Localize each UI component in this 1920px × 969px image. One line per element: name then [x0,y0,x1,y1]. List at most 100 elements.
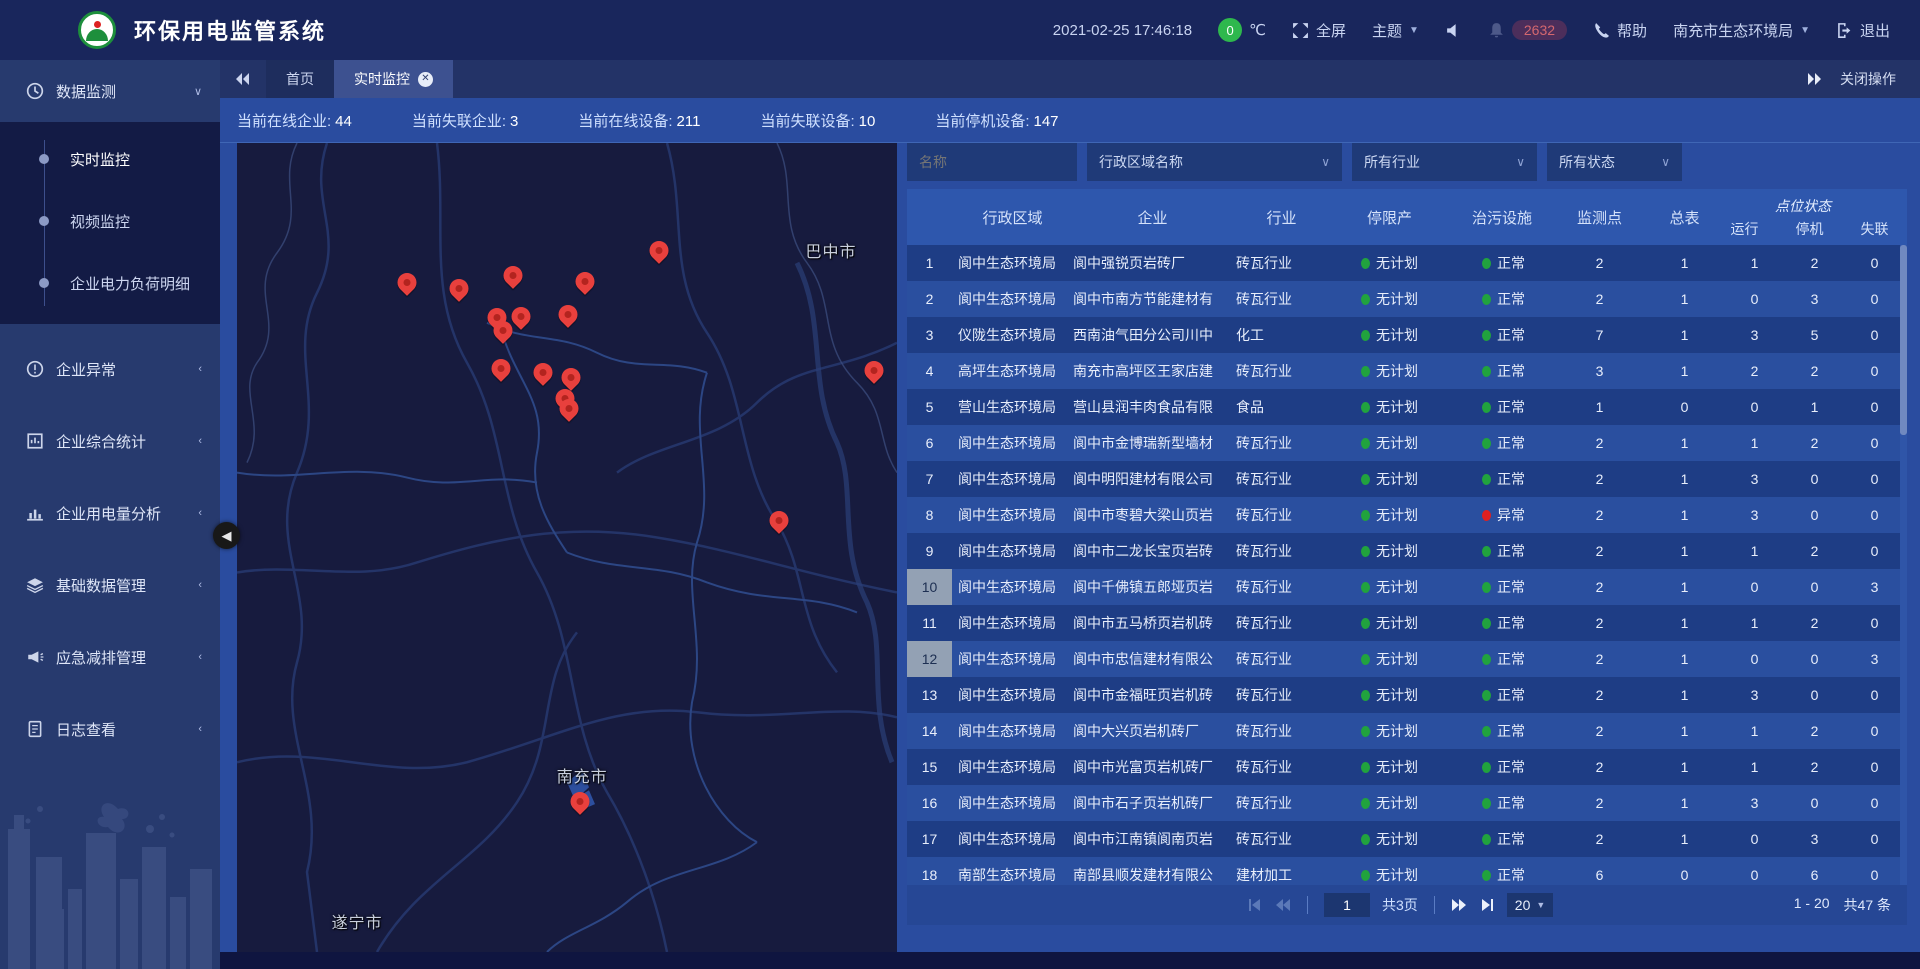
table-row[interactable]: 11阆中生态环境局阆中市五马桥页岩机砖砖瓦行业无计划正常21120 [907,605,1907,641]
table-row[interactable]: 13阆中生态环境局阆中市金福旺页岩机砖砖瓦行业无计划正常21300 [907,677,1907,713]
last-page-icon[interactable] [1479,898,1495,912]
table-row[interactable]: 2阆中生态环境局阆中市南方节能建材有砖瓦行业无计划正常21030 [907,281,1907,317]
divider [1307,896,1308,914]
region-filter-select[interactable]: 行政区域名称 ∨ [1087,143,1342,181]
district-cell: 阆中生态环境局 [952,749,1067,785]
production-status-cell: 无计划 [1327,353,1452,389]
company-cell: 阆中千佛镇五郎垭页岩 [1067,569,1232,605]
status-filter-select[interactable]: 所有状态 ∨ [1547,143,1682,181]
table-row[interactable]: 9阆中生态环境局阆中市二龙长宝页岩砖砖瓦行业无计划正常21120 [907,533,1907,569]
status-dot-green [1482,438,1491,449]
table-row[interactable]: 18南部生态环境局南部县顺发建材有限公建材加工无计划正常60060 [907,857,1907,885]
tab-home[interactable]: 首页 [266,60,334,98]
sidebar-item-base-data[interactable]: 基础数据管理 ‹ [0,554,220,616]
production-status-cell: 无计划 [1327,749,1452,785]
stopped-count-cell: 0 [1787,641,1842,677]
logout-button[interactable]: 退出 [1836,20,1890,41]
row-number: 8 [907,497,952,533]
table-row[interactable]: 8阆中生态环境局阆中市枣碧大梁山页岩砖瓦行业无计划异常21300 [907,497,1907,533]
col-header-stopped: 停机 [1777,219,1842,239]
next-page-icon[interactable] [1451,898,1467,912]
table-row[interactable]: 17阆中生态环境局阆中市江南镇阆南页岩砖瓦行业无计划正常21030 [907,821,1907,857]
page-number-input[interactable] [1324,893,1370,917]
stat-stopped-devices: 当前停机设备:147 [935,110,1058,131]
status-dot-red [1482,510,1491,521]
close-operations-button[interactable]: 关闭操作 [1840,69,1896,89]
industry-cell: 砖瓦行业 [1232,605,1327,641]
org-menu[interactable]: 南充市生态环境局 ▼ [1673,20,1810,41]
table-row[interactable]: 14阆中生态环境局阆中大兴页岩机砖厂砖瓦行业无计划正常21120 [907,713,1907,749]
facility-status-cell: 正常 [1452,821,1552,857]
mute-button[interactable] [1445,22,1462,39]
sidebar-item-realtime-monitor[interactable]: 实时监控 [0,128,220,190]
help-button[interactable]: 帮助 [1593,20,1647,41]
table-row[interactable]: 6阆中生态环境局阆中市金博瑞新型墙材砖瓦行业无计划正常21120 [907,425,1907,461]
stopped-count-cell: 2 [1787,245,1842,281]
double-right-arrow-icon[interactable] [1806,72,1822,86]
sidebar-item-power-load-detail[interactable]: 企业电力负荷明细 [0,252,220,314]
scrollbar-thumb[interactable] [1900,245,1907,435]
status-dot-green [1361,546,1370,557]
panel-collapse-button[interactable]: ◀ [213,522,240,549]
theme-menu[interactable]: 主题 ▼ [1372,20,1419,41]
meter-count-cell: 1 [1647,569,1722,605]
status-dot-green [1361,294,1370,305]
status-dot-green [1482,402,1491,413]
page-size-select[interactable]: 20 ▼ [1507,893,1554,917]
map-canvas[interactable]: 巴中市 南充市 遂宁市 [237,143,897,952]
tab-realtime-monitor[interactable]: 实时监控 ✕ [334,60,453,98]
sidebar-item-label: 企业异常 [56,359,116,380]
status-dot-green [1482,618,1491,629]
table-row[interactable]: 5营山生态环境局营山县润丰肉食品有限食品无计划正常10010 [907,389,1907,425]
monitor-count-cell: 2 [1552,641,1647,677]
industry-cell: 砖瓦行业 [1232,245,1327,281]
status-dot-green [1482,366,1491,377]
district-cell: 阆中生态环境局 [952,533,1067,569]
sidebar-item-enterprise-stats[interactable]: 企业综合统计 ‹ [0,410,220,472]
table-row[interactable]: 4高坪生态环境局南充市高坪区王家店建砖瓦行业无计划正常31220 [907,353,1907,389]
table-scrollbar[interactable] [1900,245,1907,885]
industry-filter-select[interactable]: 所有行业 ∨ [1352,143,1537,181]
status-dot-green [1361,402,1370,413]
company-cell: 阆中市二龙长宝页岩砖 [1067,533,1232,569]
status-dot-green [1482,294,1491,305]
name-filter-input[interactable] [907,143,1077,181]
tab-scroll-left-button[interactable] [220,60,266,98]
table-row[interactable]: 10阆中生态环境局阆中千佛镇五郎垭页岩砖瓦行业无计划正常21003 [907,569,1907,605]
table-row[interactable]: 3仪陇生态环境局西南油气田分公司川中化工无计划正常71350 [907,317,1907,353]
monitor-count-cell: 2 [1552,749,1647,785]
table-row[interactable]: 16阆中生态环境局阆中市石子页岩机砖厂砖瓦行业无计划正常21300 [907,785,1907,821]
fullscreen-button[interactable]: 全屏 [1292,20,1346,41]
district-cell: 营山生态环境局 [952,389,1067,425]
table-row[interactable]: 15阆中生态环境局阆中市光富页岩机砖厂砖瓦行业无计划正常21120 [907,749,1907,785]
monitor-count-cell: 2 [1552,497,1647,533]
double-left-arrow-icon [235,72,251,86]
monitor-count-cell: 2 [1552,281,1647,317]
table-row[interactable]: 12阆中生态环境局阆中市忠信建材有限公砖瓦行业无计划正常21003 [907,641,1907,677]
close-icon[interactable]: ✕ [418,72,433,87]
district-cell: 阆中生态环境局 [952,821,1067,857]
row-number: 17 [907,821,952,857]
temperature-display: 0 ℃ [1218,18,1266,42]
sidebar-item-enterprise-abnormal[interactable]: 企业异常 ‹ [0,338,220,400]
district-cell: 阆中生态环境局 [952,641,1067,677]
industry-cell: 砖瓦行业 [1232,641,1327,677]
first-page-icon[interactable] [1247,898,1263,912]
status-dot-green [1482,798,1491,809]
table-row[interactable]: 7阆中生态环境局阆中明阳建材有限公司砖瓦行业无计划正常21300 [907,461,1907,497]
meter-count-cell: 1 [1647,245,1722,281]
prev-page-icon[interactable] [1275,898,1291,912]
sidebar-item-power-analysis[interactable]: 企业用电量分析 ‹ [0,482,220,544]
sidebar-item-log-view[interactable]: 日志查看 ‹ [0,698,220,760]
facility-status-cell: 正常 [1452,677,1552,713]
status-dot-green [1361,798,1370,809]
sidebar-item-video-monitor[interactable]: 视频监控 [0,190,220,252]
production-status-cell: 无计划 [1327,461,1452,497]
meter-count-cell: 1 [1647,677,1722,713]
meter-count-cell: 0 [1647,857,1722,885]
col-header-meter: 总表 [1647,189,1722,245]
alerts-button[interactable]: 2632 [1488,20,1567,40]
table-row[interactable]: 1阆中生态环境局阆中强锐页岩砖厂砖瓦行业无计划正常21120 [907,245,1907,281]
sidebar-item-data-monitoring[interactable]: 数据监测 ∨ [0,60,220,122]
sidebar-item-emergency-reduction[interactable]: 应急减排管理 ‹ [0,626,220,688]
